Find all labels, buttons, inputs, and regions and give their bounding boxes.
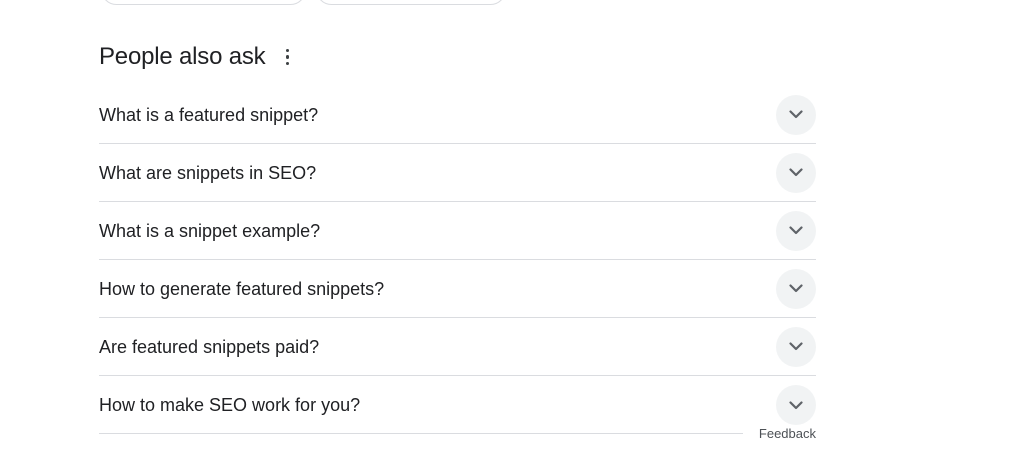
feedback-link[interactable]: Feedback	[759, 426, 816, 441]
more-vert-icon[interactable]	[277, 45, 297, 69]
paa-question-text: What is a featured snippet?	[99, 104, 319, 125]
expand-button[interactable]	[776, 326, 816, 367]
paa-question-list: What is a featured snippet? What are sni…	[99, 86, 816, 434]
paa-question-text: What are snippets in SEO?	[99, 162, 317, 183]
paa-question-item[interactable]: What is a featured snippet?	[99, 86, 816, 144]
people-also-ask-section: People also ask What is a featured snipp…	[99, 34, 816, 434]
paa-question-text: How to generate featured snippets?	[99, 278, 385, 299]
expand-button[interactable]	[776, 268, 816, 309]
related-search-chip[interactable]	[316, 0, 506, 5]
paa-question-text: What is a snippet example?	[99, 220, 321, 241]
chevron-down-icon	[789, 226, 803, 235]
related-search-chip[interactable]	[101, 0, 306, 5]
chevron-down-icon	[789, 342, 803, 351]
expand-button[interactable]	[776, 152, 816, 193]
expand-button[interactable]	[776, 94, 816, 135]
paa-header: People also ask	[99, 34, 816, 80]
paa-question-item[interactable]: What is a snippet example?	[99, 202, 816, 260]
chevron-down-icon	[789, 284, 803, 293]
paa-question-item[interactable]: How to generate featured snippets?	[99, 260, 816, 318]
divider	[99, 432, 743, 434]
chevron-down-icon	[789, 168, 803, 177]
paa-title: People also ask	[99, 43, 266, 70]
paa-question-item[interactable]: Are featured snippets paid?	[99, 318, 816, 376]
search-results-page: People also ask What is a featured snipp…	[0, 0, 1024, 471]
expand-button[interactable]	[776, 385, 816, 425]
paa-question-item[interactable]: What are snippets in SEO?	[99, 144, 816, 202]
paa-question-text: How to make SEO work for you?	[99, 395, 361, 415]
paa-footer: Feedback	[99, 424, 816, 442]
paa-question-text: Are featured snippets paid?	[99, 336, 320, 357]
chevron-down-icon	[789, 400, 803, 409]
expand-button[interactable]	[776, 210, 816, 251]
chevron-down-icon	[789, 110, 803, 119]
